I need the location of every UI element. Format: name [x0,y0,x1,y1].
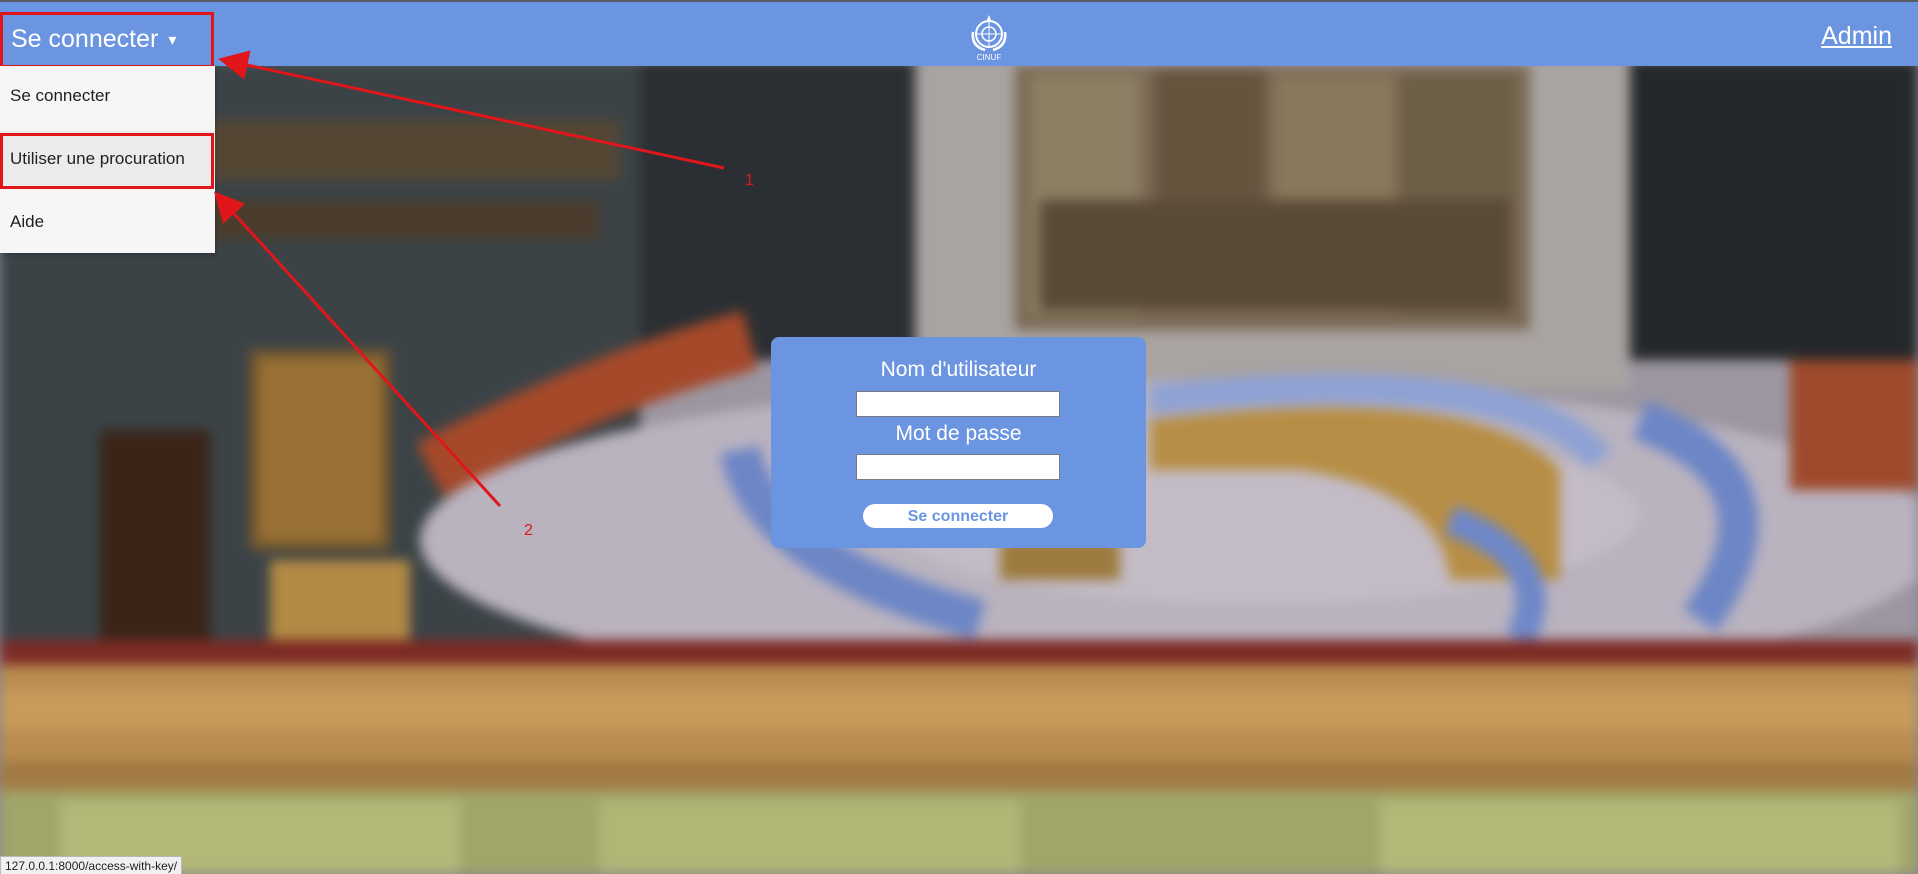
username-label: Nom d'utilisateur [880,358,1037,381]
page: Se connecter ▾ CINUF Admin Se connecter U… [0,0,1918,874]
admin-link[interactable]: Admin [1821,22,1892,51]
login-form: Nom d'utilisateur Mot de passe Se connec… [771,337,1146,548]
annotation-label-2: 2 [524,522,533,539]
menu-item-aide[interactable]: Aide [0,194,215,250]
chevron-down-icon: ▾ [168,32,177,49]
username-input[interactable] [856,391,1060,417]
login-submit-button[interactable]: Se connecter [863,504,1053,528]
login-menu-toggle[interactable]: Se connecter ▾ [0,12,214,68]
browser-status-url: 127.0.0.1:8000/access-with-key/ [0,856,183,874]
password-input[interactable] [856,454,1060,480]
menu-item-se-connecter[interactable]: Se connecter [0,68,215,124]
logo-caption: CINUF [977,53,1002,62]
login-menu-label: Se connecter [11,25,159,53]
menu-item-utiliser-procuration[interactable]: Utiliser une procuration [0,131,215,187]
top-nav-bar: Se connecter ▾ CINUF Admin [0,0,1918,68]
login-dropdown-menu: Se connecter Utiliser une procuration Ai… [0,66,215,253]
un-emblem-logo: CINUF [963,12,1015,64]
annotation-label-1: 1 [745,172,754,189]
password-label: Mot de passe [895,422,1022,445]
